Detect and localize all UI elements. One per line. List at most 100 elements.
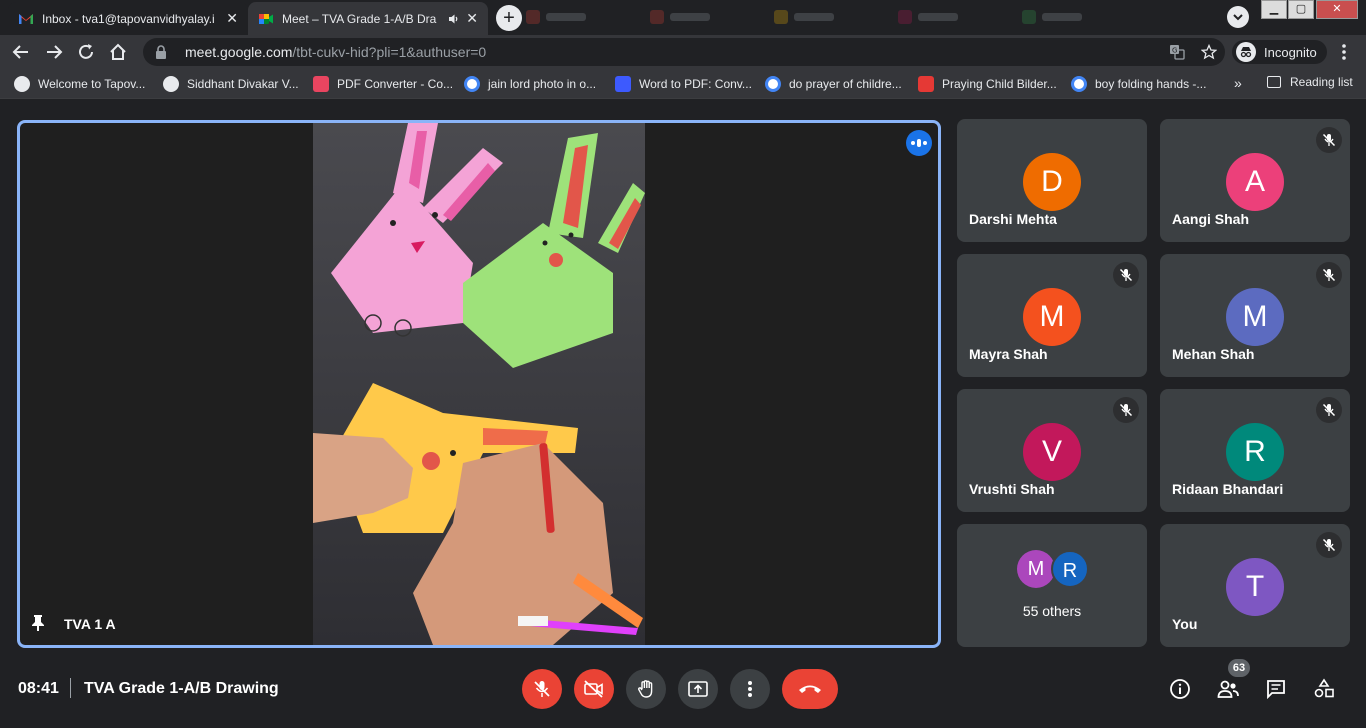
google-meet-icon (259, 13, 273, 24)
chat-icon (1267, 680, 1285, 700)
lock-icon[interactable] (155, 45, 167, 59)
reading-list-button[interactable]: Reading list (1267, 75, 1353, 89)
globe-icon (14, 76, 30, 92)
translate-icon[interactable]: G (1169, 44, 1185, 60)
bookmark-item[interactable]: Praying Child Bilder... (918, 75, 1057, 93)
leave-call-button[interactable] (782, 669, 838, 709)
presenter-name: TVA 1 A (64, 616, 116, 632)
bookmark-item[interactable]: do prayer of childre... (765, 75, 902, 93)
camera-off-icon (584, 680, 603, 698)
avatar: A (1226, 153, 1284, 211)
back-button[interactable] (10, 41, 32, 63)
mic-off-icon (1316, 532, 1342, 558)
tab-google-meet[interactable]: Meet – TVA Grade 1-A/B Dra ✕ (248, 2, 488, 35)
participant-name: Ridaan Bhandari (1172, 481, 1284, 497)
participant-name: Aangi Shah (1172, 211, 1250, 227)
close-icon[interactable]: ✕ (226, 10, 238, 27)
participant-name: Mehan Shah (1172, 346, 1255, 362)
bookmark-item[interactable]: boy folding hands -... (1071, 75, 1206, 93)
camera-toggle-button[interactable] (574, 669, 614, 709)
bookmark-item[interactable]: Word to PDF: Conv... (615, 75, 752, 93)
reading-list-icon (1267, 76, 1281, 88)
new-tab-button[interactable]: + (496, 5, 522, 31)
show-everyone-button[interactable] (1216, 677, 1240, 701)
browser-menu-icon[interactable] (1336, 42, 1352, 62)
google-icon (765, 76, 781, 92)
home-button[interactable] (107, 41, 129, 63)
main-video-stage[interactable]: TVA 1 A (17, 120, 941, 648)
incognito-indicator[interactable]: Incognito (1232, 40, 1327, 64)
person-icon (163, 76, 179, 92)
present-icon (688, 681, 708, 697)
mic-off-icon (1316, 262, 1342, 288)
participant-tile[interactable]: A Aangi Shah (1160, 119, 1350, 242)
others-tile[interactable]: M R 55 others (957, 524, 1147, 647)
reload-icon (79, 44, 93, 59)
microphone-toggle-button[interactable] (522, 669, 562, 709)
bookmark-item[interactable]: Siddhant Divakar V... (163, 75, 299, 93)
more-options-button[interactable] (730, 669, 770, 709)
tab-title: Inbox - tva1@tapovanvidhyalay.i (42, 11, 215, 26)
participant-name: Vrushti Shah (969, 481, 1055, 497)
hand-icon (638, 680, 653, 698)
chevron-down-icon (1233, 14, 1243, 21)
bookmark-item[interactable]: Welcome to Tapov... (14, 75, 145, 93)
url-host: meet.google.com (185, 44, 293, 60)
avatar: T (1226, 558, 1284, 616)
activities-button[interactable] (1312, 677, 1336, 701)
divider (70, 678, 71, 698)
reload-button[interactable] (75, 41, 97, 63)
mic-off-icon (534, 681, 550, 697)
chat-button[interactable] (1264, 677, 1288, 701)
avatar: D (1023, 153, 1081, 211)
tab-gmail-inbox[interactable]: Inbox - tva1@tapovanvidhyalay.i ✕ (8, 2, 248, 35)
participant-tile[interactable]: R Ridaan Bhandari (1160, 389, 1350, 512)
close-icon[interactable]: ✕ (466, 10, 478, 27)
present-screen-button[interactable] (678, 669, 718, 709)
speaker-icon[interactable] (448, 13, 460, 25)
url-path: /tbt-cukv-hid?pli=1&authuser=0 (292, 44, 487, 60)
background-tabs (522, 0, 1222, 35)
window-minimize-button[interactable]: ▁ (1261, 0, 1287, 19)
raise-hand-button[interactable] (626, 669, 666, 709)
bookmark-star-icon[interactable] (1201, 44, 1217, 60)
bookmarks-overflow-button[interactable]: » (1234, 75, 1242, 91)
meeting-details-button[interactable] (1168, 677, 1192, 701)
mic-off-icon (1113, 262, 1139, 288)
address-bar[interactable]: meet.google.com/tbt-cukv-hid?pli=1&authu… (143, 38, 1225, 66)
tab-title: Meet – TVA Grade 1-A/B Dra (282, 11, 437, 26)
participant-tile[interactable]: M Mehan Shah (1160, 254, 1350, 377)
speaking-indicator (906, 130, 932, 156)
people-count-badge: 63 (1228, 659, 1250, 677)
word-to-pdf-icon (615, 76, 631, 92)
participant-tile[interactable]: D Darshi Mehta (957, 119, 1147, 242)
meeting-clock: 08:41 (18, 680, 59, 697)
self-tile[interactable]: T You (1160, 524, 1350, 647)
people-icon (1217, 680, 1239, 698)
participant-name: Mayra Shah (969, 346, 1048, 362)
participant-name: Darshi Mehta (969, 211, 1057, 227)
window-close-button[interactable]: ✕ (1316, 0, 1358, 19)
meeting-title: TVA Grade 1-A/B Drawing (84, 680, 279, 697)
avatar: R (1226, 423, 1284, 481)
mic-off-icon (1316, 397, 1342, 423)
pdf-icon (313, 76, 329, 92)
tab-search-button[interactable] (1227, 6, 1249, 28)
pin-icon[interactable] (30, 614, 46, 632)
bookmark-item[interactable]: PDF Converter - Co... (313, 75, 453, 93)
browser-tab-strip: Inbox - tva1@tapovanvidhyalay.i ✕ Meet –… (0, 0, 1366, 35)
forward-button[interactable] (43, 41, 65, 63)
incognito-icon (1236, 42, 1256, 62)
participant-tile[interactable]: V Vrushti Shah (957, 389, 1147, 512)
svg-text:G: G (1172, 47, 1177, 55)
avatar: M (1226, 288, 1284, 346)
image-site-icon (918, 76, 934, 92)
activities-icon (1314, 678, 1334, 698)
bookmark-item[interactable]: jain lord photo in o... (464, 75, 596, 93)
participant-tile[interactable]: M Mayra Shah (957, 254, 1147, 377)
phone-hangup-icon (799, 685, 821, 693)
window-maximize-button[interactable]: ▢ (1288, 0, 1314, 19)
incognito-label: Incognito (1264, 44, 1317, 60)
bookmarks-bar: Welcome to Tapov... Siddhant Divakar V..… (0, 69, 1366, 99)
video-frame (313, 123, 645, 645)
